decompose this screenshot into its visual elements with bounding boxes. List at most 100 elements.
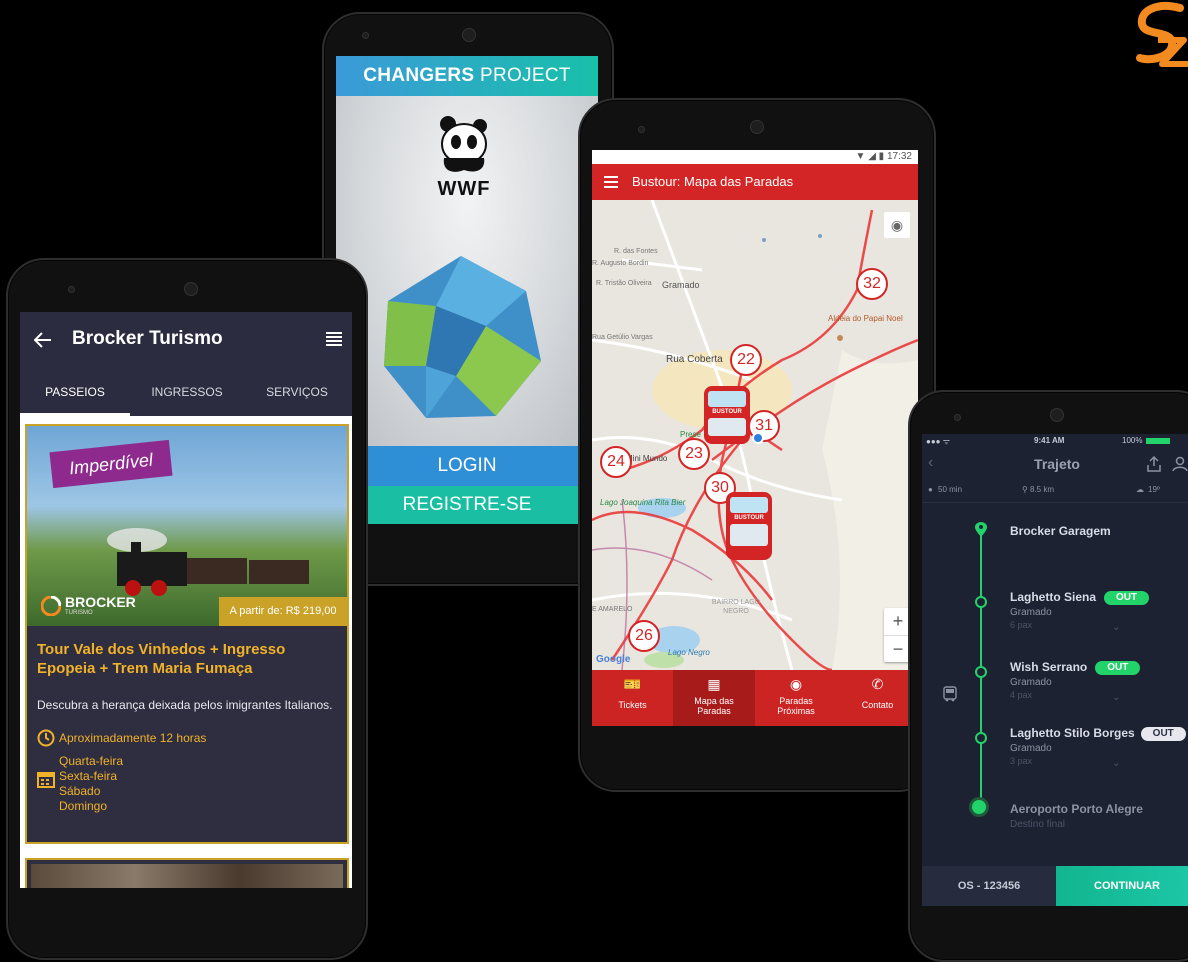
train-photo: Imperdível BROCKER TURISMO A partir de: … <box>27 426 347 626</box>
route-title: Trajeto <box>1034 456 1080 472</box>
map-label-bairro: BAIRRO LAGO NEGRO <box>711 599 761 615</box>
chevron-down-icon[interactable]: ⌄ <box>1112 758 1120 769</box>
stop-city: Gramado <box>1010 676 1052 688</box>
day-item: Sábado <box>59 784 101 798</box>
back-chevron-icon[interactable]: ‹ <box>928 454 933 472</box>
continue-button[interactable]: CONTINUAR <box>1056 866 1188 906</box>
price-tag: A partir de: R$ 219,00 <box>219 597 347 626</box>
stop-pax: 6 pax <box>1010 619 1033 630</box>
map-label-aldeia: Aldeia do Papai Noel <box>828 314 903 323</box>
status-time: 17:32 <box>886 151 912 162</box>
stop-marker[interactable]: 32 <box>856 268 888 300</box>
register-button[interactable]: REGISTRE-SE <box>336 486 598 524</box>
next-tour-card[interactable] <box>25 858 349 888</box>
bus-marker-icon[interactable]: BUSTOUR <box>704 386 750 444</box>
bus-icon <box>943 686 957 702</box>
phone-broker: Brocker Turismo PASSEIOS INGRESSOS SERVI… <box>6 258 368 960</box>
order-number: OS - 123456 <box>922 866 1056 906</box>
bus-label: BUSTOUR <box>734 515 764 521</box>
user-icon[interactable] <box>1172 456 1188 472</box>
map-app-bar: Bustour: Mapa das Paradas <box>592 164 918 200</box>
stop-marker[interactable]: 23 <box>678 438 710 470</box>
map-icon: ▦ <box>707 676 721 692</box>
map-label-lago-negro: Lago Negro <box>668 648 710 657</box>
map-label-gramado: Gramado <box>662 280 700 290</box>
nav-contato[interactable]: ✆ Contato <box>837 670 918 726</box>
stat-time: 50 min <box>938 485 963 494</box>
out-badge[interactable]: OUT <box>1095 660 1141 675</box>
bus-marker-icon[interactable]: BUSTOUR <box>726 492 772 560</box>
stop-pax: 3 pax <box>1010 755 1033 766</box>
status-time: 9:41 AM <box>1034 436 1065 445</box>
stop-node <box>975 732 987 744</box>
stop-name: Wish Serrano <box>1010 660 1088 674</box>
brand-swirl-logo-icon <box>1136 2 1188 67</box>
nav-label: Contato <box>861 700 894 710</box>
front-sensor <box>362 32 369 39</box>
chevron-down-icon[interactable]: ⌄ <box>1112 622 1120 633</box>
route-stats: ● 50 min ⚲ 8.5 km ☁ 19º <box>922 482 1188 500</box>
stop-item[interactable]: Wish Serrano OUT Gramado 4 pax ⌄ <box>1010 660 1188 703</box>
map-label-coberta: Rua Coberta <box>666 354 723 365</box>
hands-globe-photo: WWF <box>336 96 598 446</box>
stop-item[interactable]: Laghetto Stilo Borges OUT Gramado 3 pax ⌄ <box>1010 726 1188 769</box>
broker-screen: Brocker Turismo PASSEIOS INGRESSOS SERVI… <box>20 312 352 888</box>
map-screen: ▼ ◢ ▮ 17:32 Bustour: Mapa das Paradas R.… <box>592 150 918 726</box>
brocker-logo-icon <box>41 596 61 616</box>
chevron-down-icon[interactable]: ⌄ <box>1112 692 1120 703</box>
destination-node <box>972 800 986 814</box>
stop-item[interactable]: Laghetto Siena OUT Gramado 6 pax ⌄ <box>1010 590 1188 633</box>
share-icon[interactable] <box>1146 456 1162 472</box>
map-view[interactable]: R. das Fontes R. Augusto Bordin R. Trist… <box>592 200 918 670</box>
front-camera <box>1050 408 1064 422</box>
locate-me-icon[interactable]: ◉ <box>884 212 910 238</box>
nav-paradas-proximas[interactable]: ◉ Paradas Próximas <box>755 670 837 726</box>
day-item: Sexta-feira <box>59 769 118 783</box>
front-camera <box>462 28 476 42</box>
header-rest: PROJECT <box>474 65 571 86</box>
broker-tabs: PASSEIOS INGRESSOS SERVIÇOS <box>20 368 352 416</box>
stop-name: Aeroporto Porto Alegre <box>1010 802 1143 816</box>
map-label-augusto: R. Augusto Bordin <box>592 260 649 267</box>
stop-marker[interactable]: 26 <box>628 620 660 652</box>
active-tab-indicator <box>20 413 130 416</box>
tour-title: Tour Vale dos Vinhedos + Ingresso Epopei… <box>37 641 286 677</box>
hamburger-menu-icon[interactable] <box>604 176 618 188</box>
tab-passeios[interactable]: PASSEIOS <box>20 368 130 416</box>
divider <box>922 502 1188 503</box>
map-title: Bustour: Mapa das Paradas <box>632 174 794 189</box>
stop-item[interactable]: Aeroporto Porto Alegre Destino final <box>1010 802 1143 830</box>
nav-label: Paradas Próximas <box>777 696 815 716</box>
nav-mapa-paradas[interactable]: ▦ Mapa das Paradas <box>673 670 755 726</box>
out-badge[interactable]: OUT <box>1140 726 1186 741</box>
phone-map: ▼ ◢ ▮ 17:32 Bustour: Mapa das Paradas R.… <box>578 98 936 792</box>
nav-tickets[interactable]: 🎫 Tickets <box>592 670 673 726</box>
tab-ingressos[interactable]: INGRESSOS <box>132 368 242 416</box>
weather-icon: ☁ <box>1136 485 1144 494</box>
steam-train-icon <box>107 528 309 596</box>
tour-card[interactable]: Imperdível BROCKER TURISMO A partir de: … <box>25 424 349 844</box>
phone-icon: ✆ <box>871 676 884 692</box>
stop-marker[interactable]: 24 <box>600 446 632 478</box>
out-badge[interactable]: OUT <box>1104 590 1150 605</box>
location-target-icon: ◉ <box>789 676 803 692</box>
origin-pin-icon <box>975 522 987 537</box>
next-tour-photo <box>31 864 343 888</box>
menu-icon[interactable] <box>326 332 342 346</box>
tour-description: Descubra a herança deixada pelos imigran… <box>37 698 333 712</box>
wwf-logo-text: WWF <box>437 178 491 200</box>
battery-text: 100% <box>1122 436 1143 445</box>
broker-title: Brocker Turismo <box>72 328 223 349</box>
bottom-nav: 🎫 Tickets ▦ Mapa das Paradas ◉ Paradas P… <box>592 670 918 726</box>
stop-marker[interactable]: 22 <box>730 344 762 376</box>
header-bold: CHANGERS <box>363 65 475 86</box>
front-camera <box>750 120 764 134</box>
stop-item[interactable]: Brocker Garagem <box>1010 524 1111 538</box>
tab-servicos[interactable]: SERVIÇOS <box>242 368 352 416</box>
back-arrow-icon[interactable] <box>34 332 52 348</box>
stop-city: Gramado <box>1010 742 1052 754</box>
panda-icon <box>440 116 487 172</box>
login-button[interactable]: LOGIN <box>336 446 598 486</box>
status-bar: ▼ ◢ ▮ 17:32 <box>592 150 918 164</box>
origami-globe-icon <box>384 256 541 418</box>
